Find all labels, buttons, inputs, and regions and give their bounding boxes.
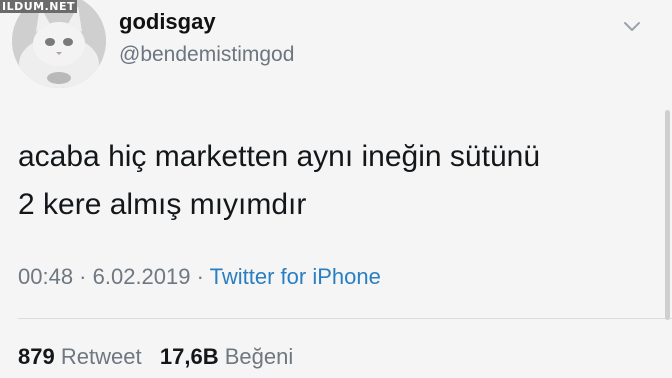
tweet-text-line: 2 kere almış mıyımdır	[18, 188, 307, 221]
tweet-stats: 879 Retweet 17,6B Beğeni	[18, 344, 293, 370]
scrollbar[interactable]	[665, 110, 670, 320]
tweet-text: acaba hiç marketten aynı ineğin sütünü 2…	[18, 133, 638, 229]
tweet-card: ILDUM.NET godisgay @bendemistimgod acaba…	[0, 0, 672, 378]
tweet-source-link[interactable]: Twitter for iPhone	[210, 264, 381, 289]
cat-avatar-icon	[12, 0, 106, 88]
meta-separator: ·	[190, 264, 210, 289]
watermark: ILDUM.NET	[0, 0, 78, 13]
like-label[interactable]: Beğeni	[225, 344, 294, 369]
tweet-date[interactable]: 6.02.2019	[93, 264, 191, 289]
tweet-meta: 00:48 · 6.02.2019 · Twitter for iPhone	[18, 264, 381, 290]
like-count[interactable]: 17,6B	[160, 344, 219, 369]
user-info[interactable]: godisgay @bendemistimgod	[119, 8, 294, 69]
tweet-text-line: acaba hiç marketten aynı ineğin sütünü	[18, 140, 540, 173]
user-handle[interactable]: @bendemistimgod	[119, 41, 294, 69]
chevron-down-icon[interactable]	[622, 20, 642, 34]
avatar[interactable]	[12, 0, 106, 88]
meta-separator: ·	[73, 264, 93, 289]
retweet-count[interactable]: 879	[18, 344, 55, 369]
retweet-label[interactable]: Retweet	[61, 344, 142, 369]
tweet-time[interactable]: 00:48	[18, 264, 73, 289]
display-name[interactable]: godisgay	[119, 8, 294, 36]
divider	[18, 318, 672, 319]
